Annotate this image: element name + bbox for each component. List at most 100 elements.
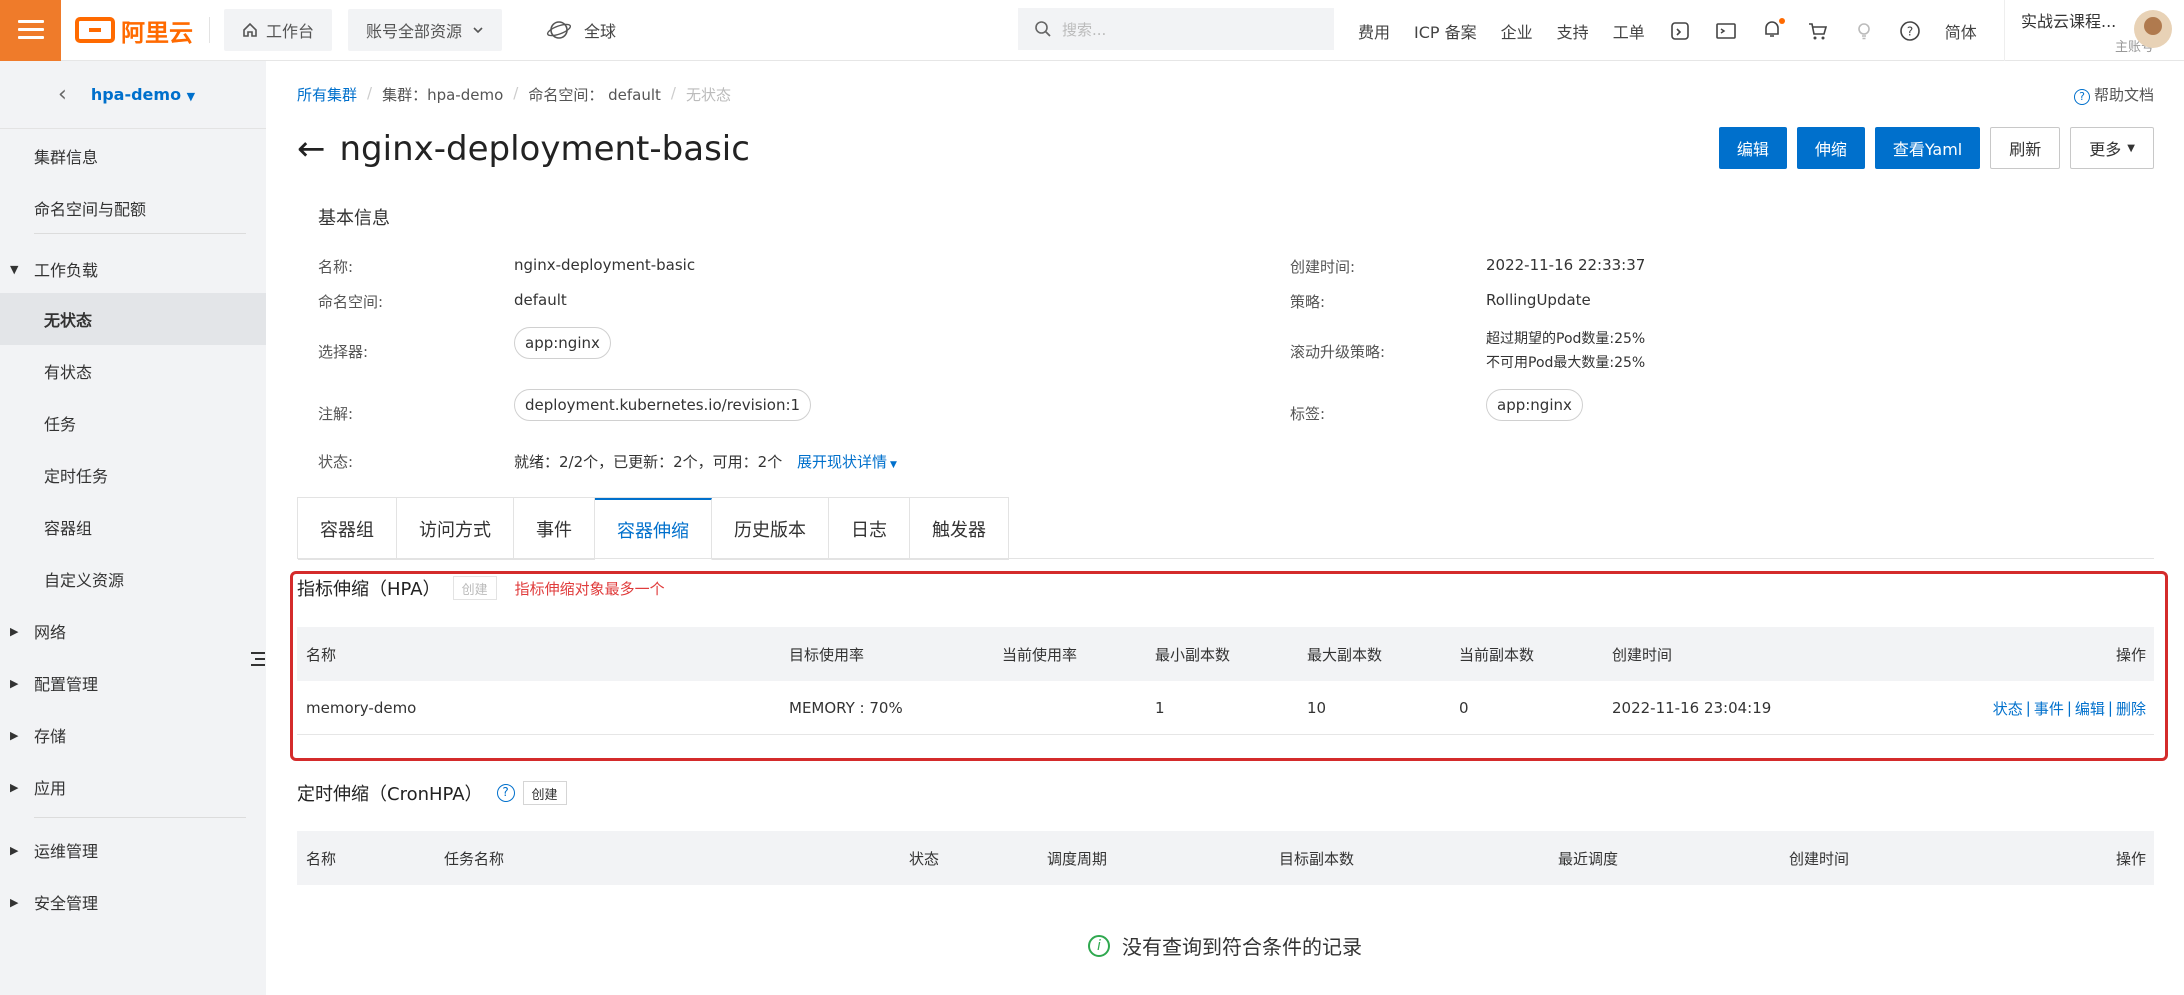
- hpa-row-replicas: 0: [1459, 699, 1469, 717]
- refresh-button[interactable]: 刷新: [1990, 127, 2061, 169]
- sidebar-item-storage[interactable]: ▶ 存储: [0, 709, 266, 761]
- region-selector[interactable]: 全球: [546, 18, 616, 42]
- account-scope-dropdown[interactable]: 账号全部资源: [348, 9, 503, 51]
- sidebar-header: ‹ hpa-demo ▼: [0, 61, 266, 129]
- sidebar-item-jobs[interactable]: 任务: [0, 397, 266, 449]
- logo-text: 阿里云: [121, 18, 193, 47]
- workbench-button[interactable]: 工作台: [224, 9, 333, 51]
- action-buttons: 编辑 伸缩 查看Yaml 刷新 更多 ▼: [1709, 127, 2154, 169]
- cron-col-created: 创建时间: [1789, 849, 1850, 868]
- avatar[interactable]: [2134, 10, 2172, 48]
- sidebar-item-applications[interactable]: ▶ 应用: [0, 761, 266, 813]
- tab-triggers[interactable]: 触发器: [910, 498, 1009, 560]
- back-arrow-icon[interactable]: ←: [297, 129, 326, 169]
- hpa-create-button[interactable]: 创建: [452, 576, 497, 600]
- tab-autoscaling[interactable]: 容器伸缩: [595, 498, 712, 560]
- cronhpa-section-title: 定时伸缩（CronHPA） ? 创建: [297, 780, 567, 806]
- aliyun-logo-icon: [75, 17, 115, 43]
- caret-right-icon: ▶: [10, 624, 19, 638]
- tab-logs[interactable]: 日志: [829, 498, 910, 560]
- main-content: 所有集群 / 集群：hpa-demo / 命名空间： default / 无状态…: [266, 61, 2184, 995]
- tab-access[interactable]: 访问方式: [397, 498, 514, 560]
- enterprise-link[interactable]: 企业: [1501, 19, 1533, 43]
- tab-history[interactable]: 历史版本: [712, 498, 829, 560]
- hpa-col-created: 创建时间: [1612, 645, 1673, 664]
- sidebar-item-label: 工作负载: [34, 261, 99, 280]
- help-docs-link[interactable]: ? 帮助文档: [2073, 84, 2154, 105]
- edit-button[interactable]: 编辑: [1718, 127, 1787, 169]
- hpa-table-header: 名称 目标使用率 当前使用率 最小副本数 最大副本数 当前副本数 创建时间 操作: [297, 627, 2154, 681]
- ops-separator: |: [2107, 699, 2113, 717]
- more-button[interactable]: 更多 ▼: [2070, 127, 2154, 169]
- language-switch[interactable]: 简体: [1945, 19, 1977, 43]
- status-value: 就绪：2/2个，已更新：2个，可用：2个 展开现状详情 ▼: [514, 451, 897, 472]
- breadcrumb-all-clusters[interactable]: 所有集群: [297, 84, 357, 105]
- breadcrumb-separator: /: [513, 84, 519, 102]
- svg-text:?: ?: [1907, 24, 1913, 38]
- hpa-row-max: 10: [1307, 699, 1327, 717]
- sidebar-item-custom-resources[interactable]: 自定义资源: [0, 553, 266, 605]
- sidebar-item-network[interactable]: ▶ 网络: [0, 605, 266, 657]
- sidebar-item-security[interactable]: ▶ 安全管理: [0, 876, 266, 928]
- hpa-title-text: 指标伸缩（HPA）: [297, 579, 441, 600]
- caret-down-icon: ▼: [2127, 142, 2135, 154]
- scale-button[interactable]: 伸缩: [1796, 127, 1865, 169]
- caret-right-icon: ▶: [10, 728, 19, 742]
- notification-bell[interactable]: [1761, 17, 1785, 44]
- help-circle-icon[interactable]: ?: [496, 784, 515, 802]
- sidebar-collapse-icon[interactable]: [251, 652, 265, 670]
- sidebar-item-namespace[interactable]: 命名空间与配额: [0, 182, 266, 234]
- search-icon: [1035, 21, 1051, 37]
- region-label: 全球: [584, 22, 617, 41]
- ticket-link[interactable]: 工单: [1613, 19, 1645, 43]
- icp-link[interactable]: ICP 备案: [1414, 19, 1477, 43]
- hpa-row-actions: 状态 | 事件 | 编辑 | 删除: [1993, 681, 2146, 735]
- tab-pods[interactable]: 容器组: [298, 498, 397, 560]
- sidebar-item-deployments[interactable]: 无状态: [0, 293, 266, 345]
- caret-down-icon: ▼: [186, 90, 196, 103]
- name-label: 名称:: [318, 258, 354, 276]
- help-icon[interactable]: ?: [1899, 20, 1921, 42]
- sidebar-item-label: 应用: [34, 779, 67, 798]
- namespace-value: default: [514, 291, 567, 309]
- sidebar-item-pods[interactable]: 容器组: [0, 501, 266, 553]
- selector-tag: app:nginx: [514, 327, 611, 359]
- labels-label: 标签:: [1290, 405, 1326, 423]
- hpa-edit-link[interactable]: 编辑: [2075, 698, 2105, 719]
- billing-link[interactable]: 费用: [1358, 19, 1390, 43]
- breadcrumb-cluster[interactable]: 集群：hpa-demo: [382, 84, 503, 105]
- expand-status-link[interactable]: 展开现状详情 ▼: [797, 453, 897, 471]
- cart-icon[interactable]: [1807, 20, 1829, 42]
- cron-col-name: 名称: [306, 849, 337, 868]
- hpa-events-link[interactable]: 事件: [2034, 698, 2064, 719]
- sidebar-item-config[interactable]: ▶ 配置管理: [0, 657, 266, 709]
- sidebar-item-statefulsets[interactable]: 有状态: [0, 345, 266, 397]
- terminal-icon[interactable]: [1715, 20, 1737, 42]
- view-yaml-button[interactable]: 查看Yaml: [1874, 127, 1981, 169]
- cluster-selector[interactable]: hpa-demo ▼: [91, 85, 195, 104]
- caret-right-icon: ▶: [10, 843, 19, 857]
- hamburger-menu-button[interactable]: [0, 0, 61, 61]
- sidebar-item-cluster-info[interactable]: 集群信息: [0, 130, 266, 182]
- hpa-row-target: MEMORY : 70%: [789, 699, 903, 717]
- workbench-label: 工作台: [266, 22, 315, 41]
- back-chevron-icon[interactable]: ‹: [58, 82, 67, 107]
- breadcrumb-namespace[interactable]: 命名空间： default: [528, 84, 661, 105]
- hpa-delete-link[interactable]: 删除: [2116, 698, 2146, 719]
- hpa-limit-note: 指标伸缩对象最多一个: [514, 579, 665, 598]
- support-link[interactable]: 支持: [1557, 19, 1589, 43]
- search-input[interactable]: 搜索...: [1018, 8, 1334, 50]
- tab-events[interactable]: 事件: [514, 498, 595, 560]
- sidebar: ‹ hpa-demo ▼ 集群信息 命名空间与配额 ▼ 工作负载 无状态 有状态 …: [0, 61, 266, 995]
- aliyun-logo[interactable]: 阿里云: [75, 13, 193, 48]
- sidebar-item-ops[interactable]: ▶ 运维管理: [0, 824, 266, 876]
- hpa-status-link[interactable]: 状态: [1993, 698, 2023, 719]
- cloud-shell-icon[interactable]: [1669, 20, 1691, 42]
- sidebar-item-cronjobs[interactable]: 定时任务: [0, 449, 266, 501]
- hpa-col-replicas: 当前副本数: [1459, 645, 1535, 664]
- cronhpa-create-button[interactable]: 创建: [522, 781, 567, 805]
- cronhpa-table-header: 名称 任务名称 状态 调度周期 目标副本数 最近调度 创建时间 操作: [297, 831, 2154, 885]
- sidebar-item-workloads[interactable]: ▼ 工作负载: [0, 243, 266, 295]
- page-title: ← nginx-deployment-basic: [297, 129, 750, 169]
- lightbulb-icon[interactable]: [1853, 20, 1875, 42]
